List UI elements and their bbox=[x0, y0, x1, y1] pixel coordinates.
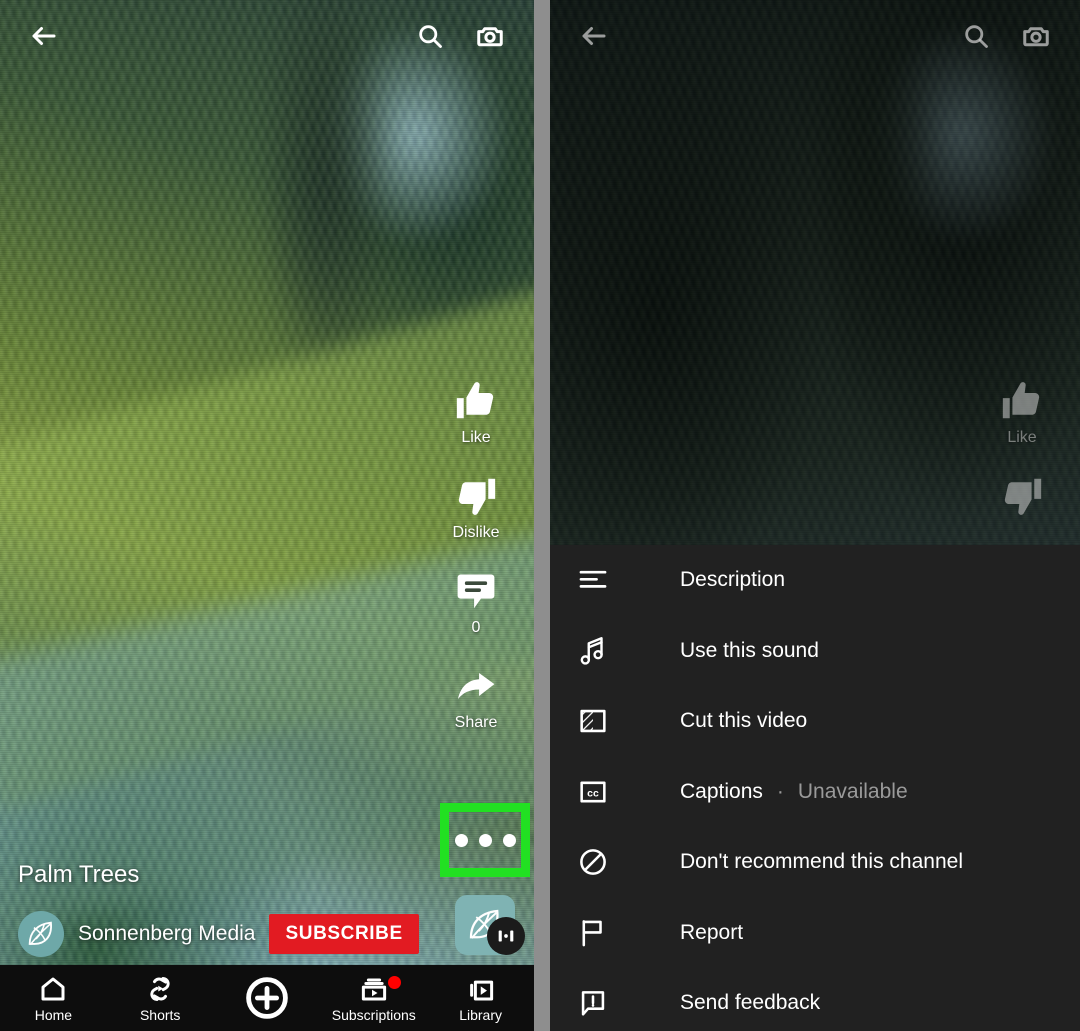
screenshot-root: Like Dislike 0 Share Palm Trees Sonnenbe… bbox=[0, 0, 1080, 1031]
camera-button[interactable] bbox=[468, 14, 512, 58]
dislike-button[interactable] bbox=[999, 473, 1045, 519]
nav-label-home: Home bbox=[34, 1006, 73, 1023]
nav-label-library: Library bbox=[459, 1006, 502, 1023]
menu-item-report[interactable]: Report bbox=[550, 898, 1080, 969]
captions-cc-icon: cc bbox=[576, 775, 622, 809]
nav-label-shorts: Shorts bbox=[139, 1006, 181, 1023]
search-button[interactable] bbox=[408, 14, 452, 58]
dislike-label: Dislike bbox=[452, 524, 500, 541]
like-button[interactable]: Like bbox=[453, 378, 499, 447]
music-note-icon bbox=[576, 634, 622, 668]
nav-item-shorts[interactable]: Shorts bbox=[107, 974, 214, 1023]
more-options-button[interactable] bbox=[440, 803, 530, 877]
menu-item-description[interactable]: Description bbox=[550, 545, 1080, 616]
back-button[interactable] bbox=[572, 14, 616, 58]
right-phone-panel: Like Description Use this sound Cut this… bbox=[550, 0, 1080, 1031]
menu-label: Send feedback bbox=[680, 991, 821, 1015]
left-phone-panel: Like Dislike 0 Share Palm Trees Sonnenbe… bbox=[0, 0, 534, 1031]
menu-label: Use this sound bbox=[680, 638, 819, 662]
dot-2 bbox=[478, 833, 492, 847]
more-options-sheet: Description Use this sound Cut this vide… bbox=[550, 545, 1080, 1031]
search-button[interactable] bbox=[954, 14, 998, 58]
menu-item-captions[interactable]: cc Captions · Unavailable bbox=[550, 757, 1080, 828]
shorts-icon bbox=[150, 976, 170, 1001]
menu-label: Cut this video bbox=[680, 709, 808, 733]
comment-count: 0 bbox=[471, 619, 481, 636]
block-circle-icon bbox=[576, 845, 622, 879]
thumbs-down-icon bbox=[458, 478, 496, 515]
thumbs-down-icon bbox=[1004, 478, 1042, 515]
dislike-button[interactable]: Dislike bbox=[452, 473, 500, 542]
back-arrow-icon bbox=[582, 27, 606, 45]
flag-icon bbox=[576, 916, 622, 950]
remix-audio-icon bbox=[498, 930, 514, 942]
camera-button[interactable] bbox=[1014, 14, 1058, 58]
comments-button[interactable]: 0 bbox=[453, 568, 499, 637]
menu-item-cut-this-video[interactable]: Cut this video bbox=[550, 686, 1080, 757]
share-button[interactable]: Share bbox=[453, 663, 499, 732]
menu-item-send-feedback[interactable]: Send feedback bbox=[550, 968, 1080, 1031]
more-horizontal-icon bbox=[449, 812, 521, 868]
menu-label: Description bbox=[680, 568, 786, 592]
like-label: Like bbox=[1007, 429, 1037, 446]
like-button[interactable]: Like bbox=[999, 378, 1045, 447]
feedback-icon bbox=[576, 986, 622, 1020]
search-icon bbox=[419, 25, 442, 48]
nav-item-subscriptions[interactable]: Subscriptions bbox=[320, 974, 427, 1023]
camera-icon bbox=[1023, 27, 1049, 47]
subscriptions-icon bbox=[361, 978, 386, 1000]
nav-item-library[interactable]: Library bbox=[427, 974, 534, 1023]
remix-audio-badge[interactable] bbox=[487, 917, 525, 955]
menu-value: Unavailable bbox=[797, 779, 908, 803]
menu-label: Captions bbox=[680, 779, 763, 803]
comment-icon bbox=[457, 574, 495, 609]
video-title: Palm Trees bbox=[18, 861, 140, 888]
subscribe-button[interactable]: SUBSCRIBE bbox=[269, 914, 419, 954]
dot-3 bbox=[502, 833, 516, 847]
like-label: Like bbox=[461, 429, 491, 446]
menu-separator: · bbox=[776, 779, 784, 803]
channel-name[interactable]: Sonnenberg Media bbox=[78, 922, 255, 946]
menu-label: Don't recommend this channel bbox=[680, 850, 963, 874]
search-icon bbox=[965, 25, 988, 48]
leaf-logo-icon bbox=[28, 921, 52, 946]
panel-divider bbox=[534, 0, 550, 1031]
camera-icon bbox=[477, 27, 503, 47]
back-button[interactable] bbox=[22, 14, 66, 58]
share-label: Share bbox=[454, 714, 498, 731]
left-top-bar bbox=[0, 0, 534, 72]
menu-item-dont-recommend[interactable]: Don't recommend this channel bbox=[550, 827, 1080, 898]
svg-text:cc: cc bbox=[587, 788, 599, 799]
left-action-rail: Like Dislike 0 Share bbox=[428, 378, 524, 758]
channel-row: Sonnenberg Media SUBSCRIBE bbox=[18, 911, 434, 957]
description-icon bbox=[576, 563, 622, 597]
thumbs-up-icon bbox=[1002, 382, 1040, 419]
nav-item-home[interactable]: Home bbox=[0, 974, 107, 1023]
right-top-bar bbox=[550, 0, 1080, 72]
bottom-navigation: Home Shorts Subscriptions Library bbox=[0, 965, 534, 1031]
back-arrow-icon bbox=[32, 27, 56, 45]
right-action-rail: Like bbox=[974, 378, 1070, 545]
video-meta: Palm Trees Sonnenberg Media SUBSCRIBE bbox=[18, 861, 434, 957]
nav-item-create[interactable] bbox=[214, 974, 321, 1022]
share-icon bbox=[457, 672, 495, 700]
thumbs-up-icon bbox=[456, 382, 494, 419]
create-plus-icon bbox=[246, 977, 288, 1019]
nav-label-subscriptions: Subscriptions bbox=[331, 1006, 416, 1023]
menu-item-use-this-sound[interactable]: Use this sound bbox=[550, 616, 1080, 687]
library-icon bbox=[469, 980, 493, 1000]
avatar[interactable] bbox=[18, 911, 64, 957]
dot-1 bbox=[454, 833, 468, 847]
subscriptions-badge bbox=[388, 975, 402, 989]
home-icon bbox=[41, 977, 65, 1000]
menu-label: Report bbox=[680, 920, 744, 944]
cut-video-icon bbox=[576, 704, 622, 738]
